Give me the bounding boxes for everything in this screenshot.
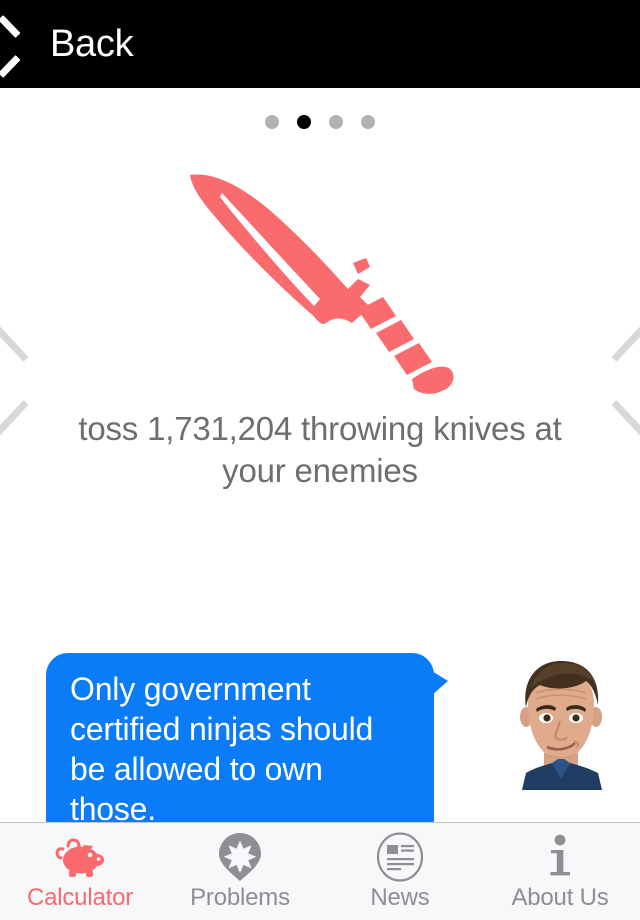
newspaper-circle-icon <box>376 832 424 882</box>
tab-bar: Calculator Problems News About Us <box>0 822 640 920</box>
piggy-bank-icon <box>52 832 108 882</box>
tab-calculator-label: Calculator <box>26 884 134 911</box>
tab-calculator[interactable]: Calculator <box>0 823 160 920</box>
info-i-icon <box>545 832 575 882</box>
app-screen: Back toss 1,731,204 throwing knives at y… <box>0 0 640 920</box>
tab-news[interactable]: News <box>320 823 480 920</box>
tab-problems-label: Problems <box>190 884 290 911</box>
page-dot-2[interactable] <box>297 115 311 129</box>
carousel-illustration <box>0 162 640 402</box>
page-dot-4[interactable] <box>361 115 375 129</box>
message-bubble-text: Only government certified ninjas should … <box>70 671 374 827</box>
tab-news-label: News <box>370 884 430 911</box>
tab-about-us-label: About Us <box>511 884 609 911</box>
message-bubble[interactable]: Only government certified ninjas should … <box>46 653 448 847</box>
person-photo-avatar-icon <box>506 655 616 790</box>
avatar <box>506 655 616 790</box>
page-dot-1[interactable] <box>265 115 279 129</box>
back-button-label: Back <box>50 23 134 65</box>
message-row: Only government certified ninjas should … <box>0 648 640 847</box>
illustration-caption: toss 1,731,204 throwing knives at your e… <box>78 410 562 489</box>
tab-about-us[interactable]: About Us <box>480 823 640 920</box>
back-button[interactable]: Back <box>14 13 147 75</box>
navigation-bar: Back <box>0 0 640 88</box>
carousel-page-dots <box>0 115 640 129</box>
throwing-knife-icon <box>190 174 454 394</box>
page-dot-3[interactable] <box>329 115 343 129</box>
tab-problems[interactable]: Problems <box>160 823 320 920</box>
map-pin-star-icon <box>218 832 262 882</box>
chevron-left-icon <box>14 23 40 65</box>
